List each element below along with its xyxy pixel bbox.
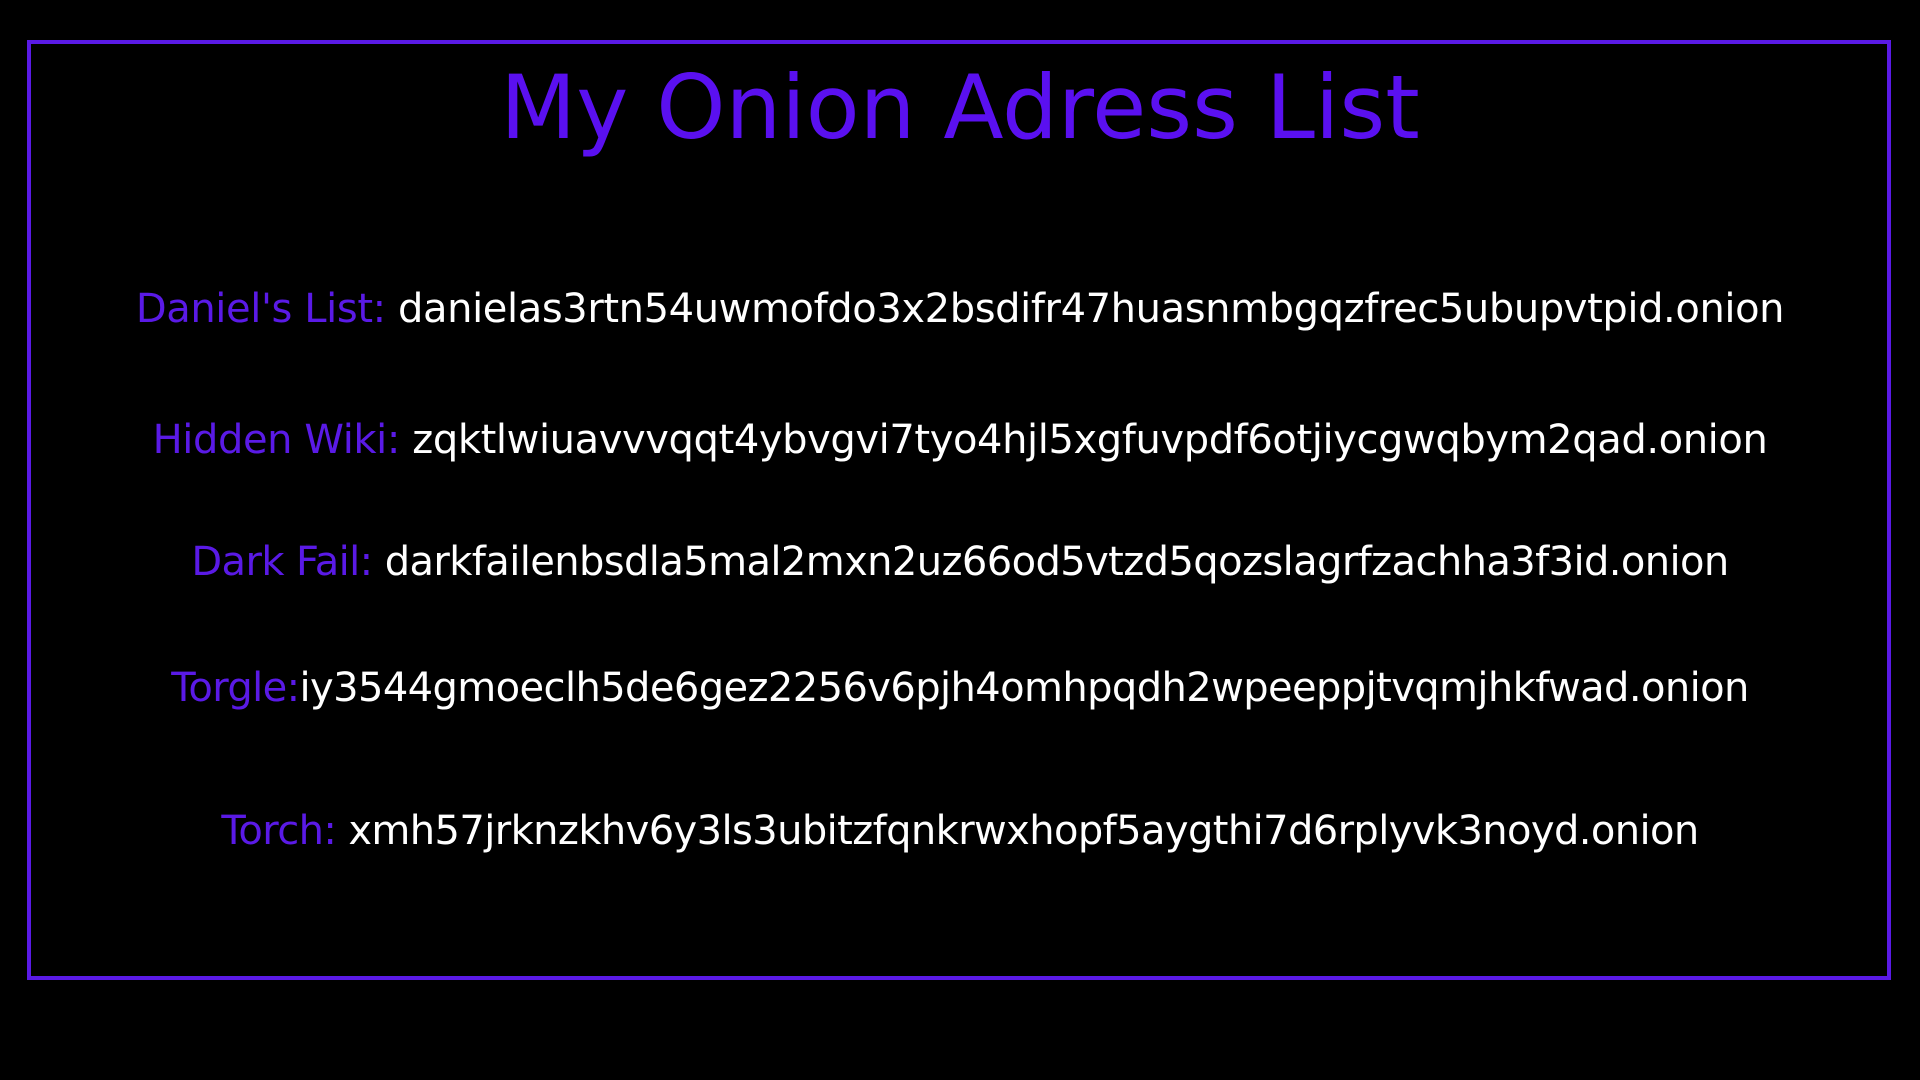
onion-entry-torch: Torch: xmh57jrknzkhv6y3ls3ubitzfqnkrwxho… bbox=[0, 805, 1920, 857]
entry-onion-address: zqktlwiuavvvqqt4ybvgvi7tyo4hjl5xgfuvpdf6… bbox=[412, 417, 1768, 463]
entry-label: Torgle: bbox=[171, 665, 300, 711]
onion-entry-dark-fail: Dark Fail: darkfailenbsdla5mal2mxn2uz66o… bbox=[0, 536, 1920, 588]
onion-entry-hidden-wiki: Hidden Wiki: zqktlwiuavvvqqt4ybvgvi7tyo4… bbox=[0, 414, 1920, 466]
entry-onion-address: danielas3rtn54uwmofdo3x2bsdifr47huasnmbg… bbox=[398, 286, 1785, 332]
entry-label: Torch: bbox=[221, 808, 337, 854]
page-title: My Onion Adress List bbox=[500, 56, 1420, 159]
entry-label: Hidden Wiki: bbox=[152, 417, 401, 463]
onion-entry-daniels-list: Daniel's List: danielas3rtn54uwmofdo3x2b… bbox=[0, 283, 1920, 335]
onion-entry-torgle: Torgle:iy3544gmoeclh5de6gez2256v6pjh4omh… bbox=[0, 662, 1920, 714]
entry-label: Dark Fail: bbox=[191, 539, 373, 585]
entry-label: Daniel's List: bbox=[135, 286, 386, 332]
entry-onion-address: darkfailenbsdla5mal2mxn2uz66od5vtzd5qozs… bbox=[384, 539, 1730, 585]
entry-onion-address: xmh57jrknzkhv6y3ls3ubitzfqnkrwxhopf5aygt… bbox=[348, 808, 1699, 854]
entry-onion-address: iy3544gmoeclh5de6gez2256v6pjh4omhpqdh2wp… bbox=[299, 665, 1750, 711]
